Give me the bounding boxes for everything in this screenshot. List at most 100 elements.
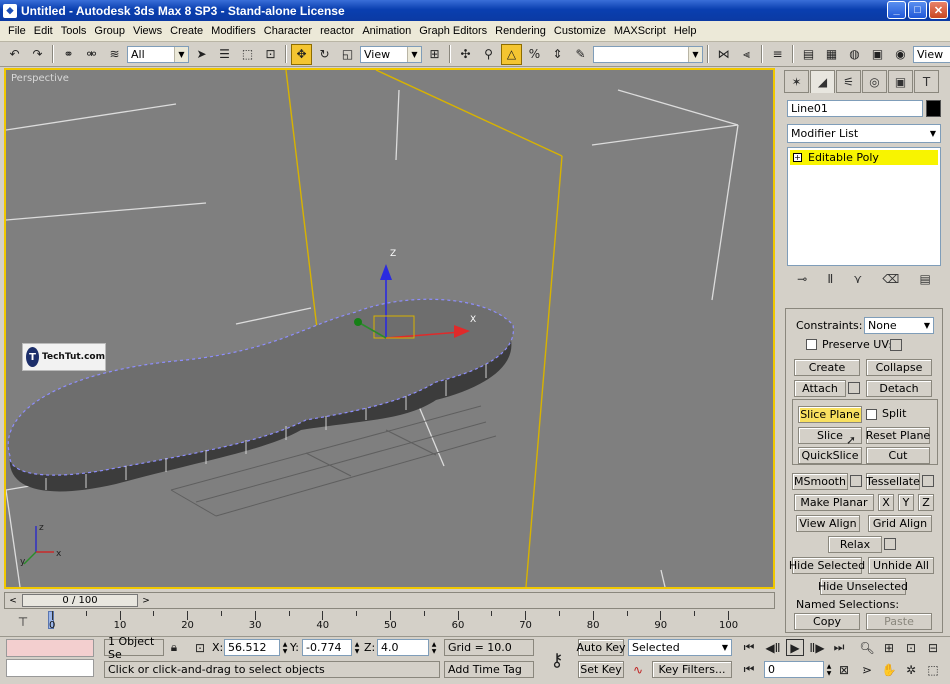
select-link-icon[interactable]: ⚭ <box>58 44 79 65</box>
window-crossing-icon[interactable]: ⊡ <box>260 44 281 65</box>
maximize-viewport-icon[interactable]: ⬚ <box>924 661 942 678</box>
lock-selection-icon[interactable]: 🔒︎ <box>166 639 182 656</box>
create-tab-icon[interactable]: ✶ <box>784 70 809 93</box>
arc-rotate-icon[interactable]: ✲ <box>902 661 920 678</box>
attach-button[interactable]: Attach <box>794 380 846 397</box>
preserve-uvs-settings-button[interactable] <box>890 339 902 351</box>
menu-maxscript[interactable]: MAXScript <box>610 25 670 37</box>
pivot-icon[interactable]: ⊞ <box>424 44 445 65</box>
align-icon[interactable]: ⫷ <box>736 44 757 65</box>
minimize-button[interactable]: _ <box>887 1 906 19</box>
planar-x-button[interactable]: X <box>878 494 894 511</box>
unhide-all-button[interactable]: Unhide All <box>868 557 934 574</box>
render-type-select[interactable]: View▼ <box>913 45 950 63</box>
render-scene-icon[interactable]: ▣ <box>867 44 888 65</box>
absolute-mode-icon[interactable]: ⊡ <box>192 639 208 656</box>
zoom-extents-all-icon[interactable]: ⊟ <box>924 639 942 656</box>
utilities-tab-icon[interactable]: T <box>914 70 939 93</box>
pin-stack-icon[interactable]: ⊸ <box>797 272 807 286</box>
attach-settings-button[interactable] <box>848 382 860 394</box>
bind-space-warp-icon[interactable]: ≋ <box>104 44 125 65</box>
next-frame-icon[interactable]: Ⅱ▶ <box>808 639 826 656</box>
cut-button[interactable]: Cut <box>866 447 930 464</box>
hide-unselected-button[interactable]: Hide Unselected <box>818 578 908 595</box>
msmooth-settings-button[interactable] <box>850 475 862 487</box>
make-unique-icon[interactable]: ⋎ <box>853 272 862 286</box>
zoom-extents-icon[interactable]: ⊡ <box>902 639 920 656</box>
spinner-snap-icon[interactable]: ⇕ <box>547 44 568 65</box>
menu-help[interactable]: Help <box>670 25 701 37</box>
menu-tools[interactable]: Tools <box>57 25 91 37</box>
grid-align-button[interactable]: Grid Align <box>868 515 932 532</box>
tessellate-settings-button[interactable] <box>922 475 934 487</box>
time-configuration-icon[interactable]: ⊠ <box>836 661 852 678</box>
preserve-uvs-checkbox[interactable] <box>806 339 817 350</box>
manipulate-icon[interactable]: ✣ <box>455 44 476 65</box>
time-slider-thumb[interactable]: 0 / 100 <box>22 594 138 607</box>
edit-named-selection-icon[interactable]: ✎ <box>570 44 591 65</box>
view-align-button[interactable]: View Align <box>796 515 860 532</box>
reset-plane-button[interactable]: Reset Plane <box>866 427 930 444</box>
time-next-arrow[interactable]: > <box>139 594 153 607</box>
maxscript-output-mini[interactable] <box>6 659 94 677</box>
current-frame-field[interactable]: 0 <box>764 661 824 678</box>
auto-key-button[interactable]: Auto Key <box>577 639 626 656</box>
modifier-list-select[interactable]: Modifier List ▼ <box>787 124 941 143</box>
quickslice-button[interactable]: QuickSlice <box>798 447 862 464</box>
key-mode-select[interactable]: Selected ▼ <box>628 639 732 656</box>
mirror-icon[interactable]: ⋈ <box>713 44 734 65</box>
stack-item-editable-poly[interactable]: + Editable Poly <box>790 150 938 165</box>
time-slider[interactable]: < 0 / 100 > <box>4 592 775 609</box>
msmooth-button[interactable]: MSmooth <box>792 473 848 490</box>
modifier-stack[interactable]: + Editable Poly <box>787 147 941 266</box>
redo-icon[interactable]: ↷ <box>27 44 48 65</box>
reference-coord-select[interactable]: View ▼ <box>360 45 422 63</box>
open-mini-curve-editor-icon[interactable]: ⊤ <box>14 613 32 631</box>
menu-rendering[interactable]: Rendering <box>491 25 550 37</box>
menu-animation[interactable]: Animation <box>358 25 415 37</box>
object-color-swatch[interactable] <box>926 100 941 117</box>
select-by-name-icon[interactable]: ☰ <box>214 44 235 65</box>
menu-edit[interactable]: Edit <box>30 25 57 37</box>
split-checkbox[interactable] <box>866 409 877 420</box>
layer-manager-icon[interactable]: ≡ <box>767 44 788 65</box>
schematic-icon[interactable]: ▦ <box>821 44 842 65</box>
hierarchy-tab-icon[interactable]: ⚟ <box>836 70 861 93</box>
go-to-start-icon[interactable]: ⏮ <box>740 639 758 656</box>
menu-file[interactable]: File <box>4 25 30 37</box>
y-coordinate-field[interactable]: -0.774 <box>302 639 352 656</box>
paste-button[interactable]: Paste <box>866 613 932 630</box>
show-end-result-icon[interactable]: Ⅱ <box>827 272 833 286</box>
field-of-view-icon[interactable]: ⋗ <box>858 661 876 678</box>
angle-snap-icon[interactable]: △ <box>501 43 522 65</box>
menu-customize[interactable]: Customize <box>550 25 610 37</box>
select-rotate-icon[interactable]: ↻ <box>314 44 335 65</box>
collapse-button[interactable]: Collapse <box>866 359 932 376</box>
snap-3d-icon[interactable]: ⚲ <box>478 44 499 65</box>
modify-tab-icon[interactable]: ◢ <box>810 70 835 93</box>
menu-reactor[interactable]: reactor <box>316 25 358 37</box>
z-coordinate-field[interactable]: 4.0 <box>377 639 429 656</box>
copy-button[interactable]: Copy <box>794 613 860 630</box>
set-key-icon[interactable]: ⚷ <box>540 643 574 677</box>
previous-frame-icon[interactable]: ◀Ⅱ <box>764 639 782 656</box>
maxscript-listener-mini[interactable] <box>6 639 94 657</box>
relax-button[interactable]: Relax <box>828 536 882 553</box>
rect-selection-icon[interactable]: ⬚ <box>237 44 258 65</box>
tessellate-button[interactable]: Tessellate <box>866 473 920 490</box>
planar-y-button[interactable]: Y <box>898 494 914 511</box>
perspective-viewport[interactable]: Perspective z x y Z X T TechTut.com <box>4 68 775 589</box>
pan-icon[interactable]: ✋ <box>880 661 898 678</box>
close-button[interactable]: ✕ <box>929 1 948 19</box>
menu-create[interactable]: Create <box>166 25 207 37</box>
frame-spinner[interactable]: ▲ ▼ <box>825 661 833 678</box>
menu-group[interactable]: Group <box>90 25 129 37</box>
planar-z-button[interactable]: Z <box>918 494 934 511</box>
detach-button[interactable]: Detach <box>866 380 932 397</box>
object-name-field[interactable]: Line01 <box>787 100 923 117</box>
zoom-all-icon[interactable]: ⊞ <box>880 639 898 656</box>
select-object-icon[interactable]: ➤ <box>191 44 212 65</box>
percent-snap-icon[interactable]: % <box>524 44 545 65</box>
quick-render-icon[interactable]: ◉ <box>890 44 911 65</box>
unlink-icon[interactable]: ⚮ <box>81 44 102 65</box>
